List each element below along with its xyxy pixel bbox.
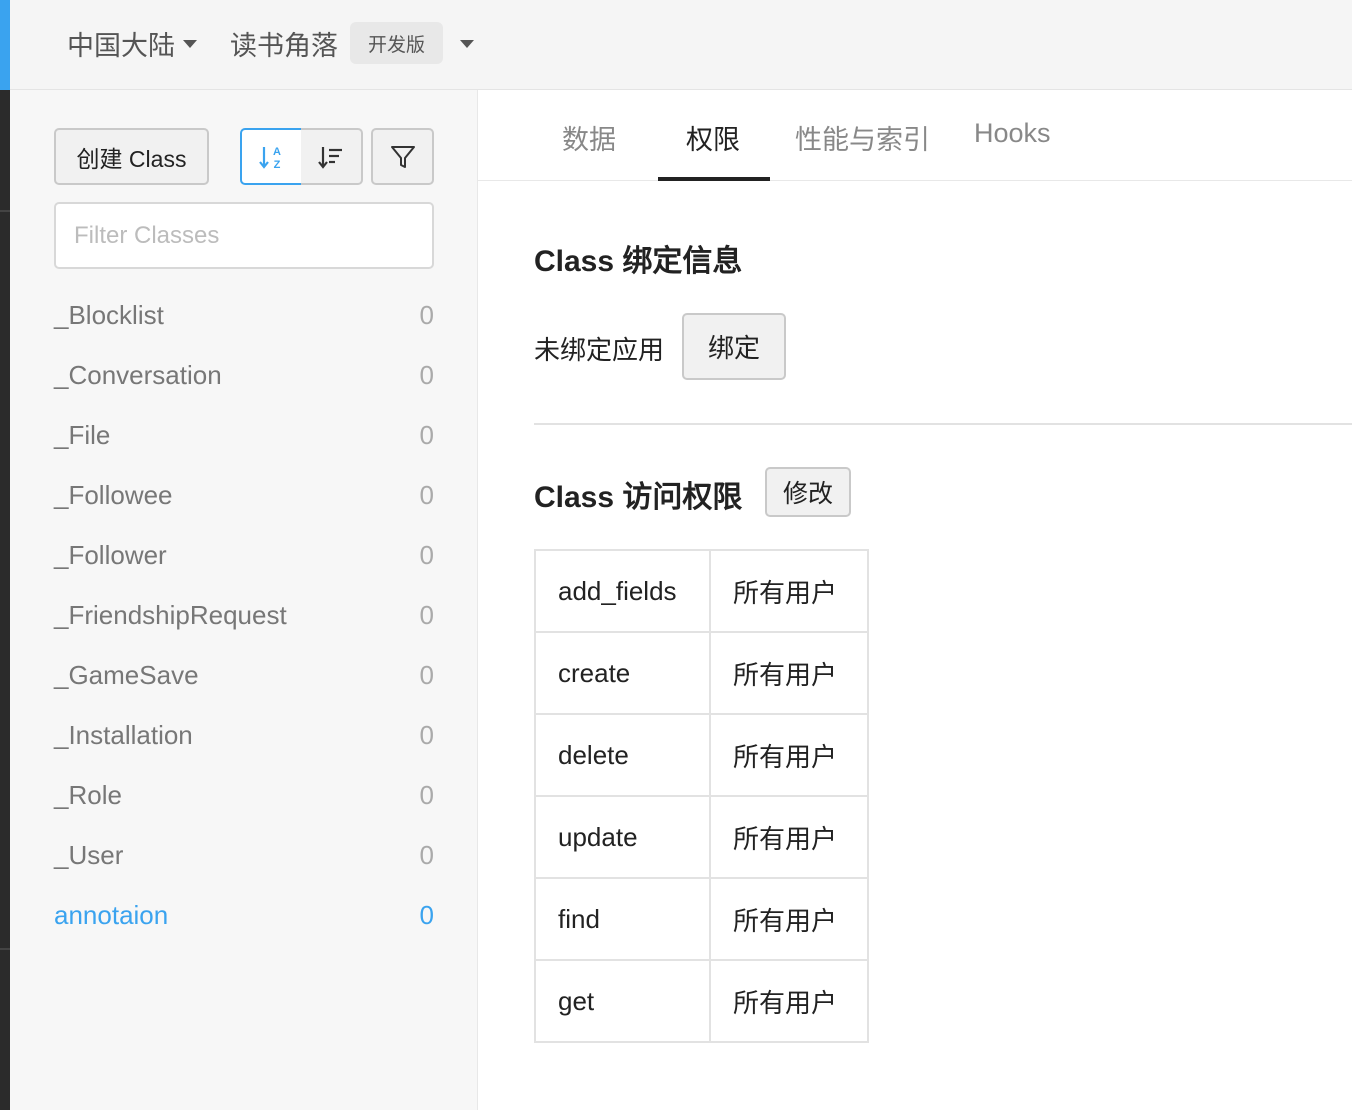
class-list-item[interactable]: _User 0 <box>54 825 434 885</box>
env-badge: 开发版 <box>350 22 443 64</box>
binding-section-title: Class 绑定信息 <box>534 245 743 278</box>
class-sidebar: 创建 Class A Z _Blocklist0_Conversati <box>10 90 478 1110</box>
binding-status: 未绑定应用 <box>534 335 665 365</box>
sort-by-count-button[interactable] <box>301 128 363 185</box>
acl-row: get 所有用户 <box>534 959 869 1043</box>
acl-operation: get <box>534 959 711 1043</box>
class-count: 0 <box>419 359 434 390</box>
tab-permissions[interactable]: 权限 <box>686 118 740 157</box>
bind-button[interactable]: 绑定 <box>682 313 786 380</box>
class-name: _GameSave <box>54 659 199 690</box>
class-list-item[interactable]: _Role 0 <box>54 765 434 825</box>
section-divider <box>534 423 1352 425</box>
tab-bar: 数据 权限 性能与索引 Hooks <box>478 90 1352 181</box>
class-count: 0 <box>419 719 434 750</box>
class-count: 0 <box>419 659 434 690</box>
acl-permission-value: 所有用户 <box>709 549 869 633</box>
class-list-item[interactable]: _GameSave 0 <box>54 645 434 705</box>
left-edge-accent <box>0 0 10 90</box>
class-count: 0 <box>419 479 434 510</box>
acl-section-title: Class 访问权限 <box>534 481 743 514</box>
acl-table: add_fields 所有用户 create 所有用户 delete 所有用户 update… <box>534 549 869 1043</box>
main-panel: 数据 权限 性能与索引 Hooks Class 绑定信息 未绑定应用 绑定 Cl… <box>478 90 1352 1110</box>
sort-button-group: A Z <box>240 128 363 185</box>
svg-text:Z: Z <box>273 159 280 171</box>
class-list-item[interactable]: _File 0 <box>54 405 434 465</box>
class-count: 0 <box>419 539 434 570</box>
acl-operation: find <box>534 877 711 961</box>
class-name: _Follower <box>54 539 167 570</box>
window-left-edge <box>0 0 10 1110</box>
region-selector[interactable]: 中国大陆 <box>67 24 197 63</box>
acl-operation: update <box>534 795 711 879</box>
svg-text:A: A <box>273 146 281 158</box>
acl-row: create 所有用户 <box>534 631 869 715</box>
class-name: _Followee <box>54 479 173 510</box>
acl-permission-value: 所有用户 <box>709 631 869 715</box>
acl-operation: add_fields <box>534 549 711 633</box>
filter-funnel-icon <box>390 145 415 168</box>
class-list-item[interactable]: _Conversation 0 <box>54 345 434 405</box>
chevron-down-icon <box>183 39 197 48</box>
app-name[interactable]: 读书角落 <box>230 24 338 63</box>
class-count: 0 <box>419 299 434 330</box>
create-class-button[interactable]: 创建 Class <box>54 128 209 185</box>
acl-row: delete 所有用户 <box>534 713 869 797</box>
class-list: _Blocklist 0 _Conversation 0 _File 0 _Followee… <box>54 285 434 945</box>
sort-alphabetical-button[interactable]: A Z <box>240 128 303 185</box>
chevron-down-icon[interactable] <box>460 40 474 48</box>
class-count: 0 <box>419 839 434 870</box>
active-tab-indicator <box>658 177 770 181</box>
edit-permissions-button[interactable]: 修改 <box>765 467 851 517</box>
left-edge-divider <box>0 210 10 212</box>
acl-operation: create <box>534 631 711 715</box>
acl-operation: delete <box>534 713 711 797</box>
class-name: _File <box>54 419 111 450</box>
tab-data[interactable]: 数据 <box>562 118 616 157</box>
class-name: annotaion <box>54 899 169 930</box>
top-bar: 中国大陆 读书角落 开发版 <box>10 0 1352 90</box>
class-name: _Blocklist <box>54 299 164 330</box>
acl-permission-value: 所有用户 <box>709 713 869 797</box>
class-list-item[interactable]: _FriendshipRequest 0 <box>54 585 434 645</box>
acl-permission-value: 所有用户 <box>709 795 869 879</box>
class-list-item[interactable]: _Follower 0 <box>54 525 434 585</box>
class-name: _Conversation <box>54 359 222 390</box>
left-edge-divider <box>0 948 10 950</box>
acl-row: update 所有用户 <box>534 795 869 879</box>
class-list-item[interactable]: _Installation 0 <box>54 705 434 765</box>
class-count: 0 <box>419 779 434 810</box>
region-label: 中国大陆 <box>67 31 175 61</box>
class-count: 0 <box>419 599 434 630</box>
class-name: _FriendshipRequest <box>54 599 287 630</box>
class-list-item[interactable]: _Followee 0 <box>54 465 434 525</box>
sort-by-count-icon <box>318 146 342 169</box>
tab-hooks[interactable]: Hooks <box>974 118 1051 149</box>
class-name: _User <box>54 839 124 870</box>
filter-classes-input[interactable] <box>54 202 434 269</box>
class-list-item[interactable]: annotaion 0 <box>54 885 434 945</box>
class-name: _Role <box>54 779 122 810</box>
filter-button[interactable] <box>371 128 434 185</box>
acl-row: add_fields 所有用户 <box>534 549 869 633</box>
acl-row: find 所有用户 <box>534 877 869 961</box>
acl-permission-value: 所有用户 <box>709 877 869 961</box>
acl-permission-value: 所有用户 <box>709 959 869 1043</box>
class-name: _Installation <box>54 719 193 750</box>
sort-alphabetical-icon: A Z <box>258 146 281 171</box>
class-count: 0 <box>419 419 434 450</box>
class-count: 0 <box>419 899 434 930</box>
tab-performance-index[interactable]: 性能与索引 <box>795 118 930 157</box>
class-list-item[interactable]: _Blocklist 0 <box>54 285 434 345</box>
